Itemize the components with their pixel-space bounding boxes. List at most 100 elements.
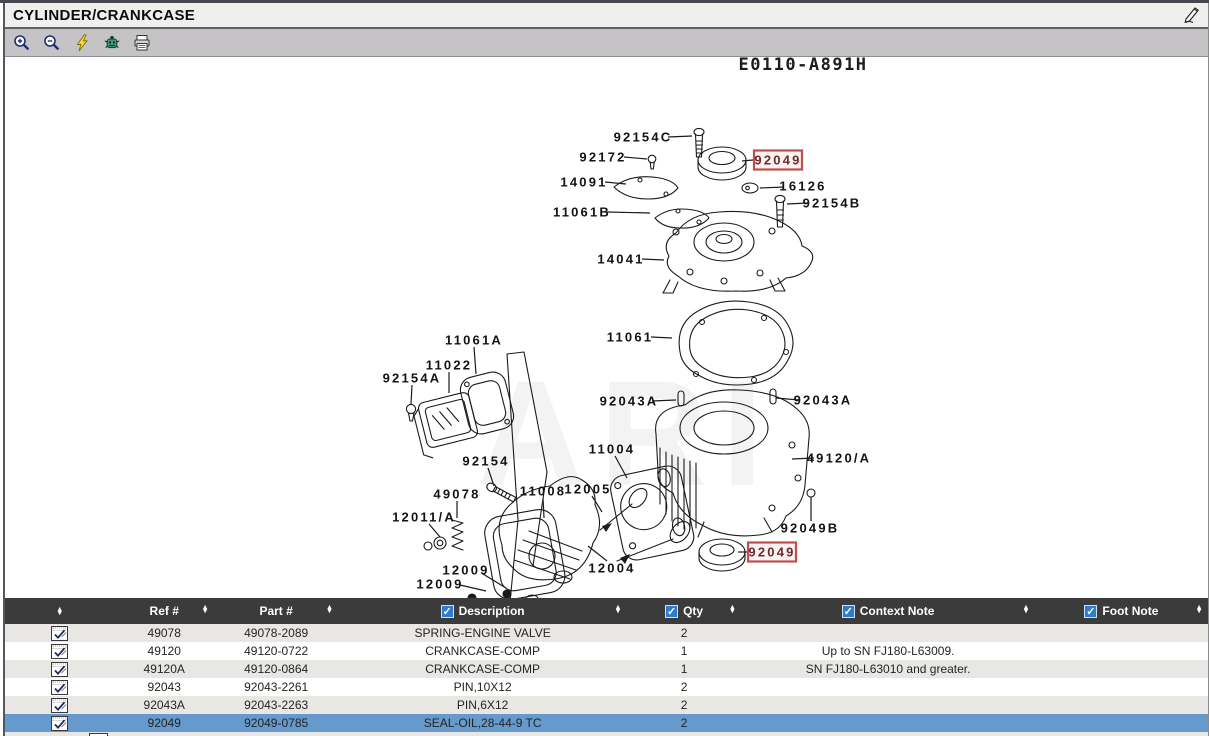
part-label-highlighted[interactable]: 92049 (738, 543, 796, 562)
part-label[interactable]: 16126 (760, 179, 827, 194)
column-checkbox[interactable]: ✓ (842, 605, 855, 618)
parts-table-header: ▴▾Ref #▴▾Part #▴▾✓Description▴▾✓Qty▴▾✓Co… (5, 598, 1208, 624)
cell-icon (5, 642, 114, 660)
clipboard-check-icon[interactable] (51, 644, 68, 659)
column-label: Description (459, 604, 525, 618)
clipboard-check-icon[interactable] (51, 716, 68, 731)
part-label[interactable]: 11061 (607, 330, 672, 345)
part-label[interactable]: 49120/A (792, 451, 871, 466)
cell-description: CRANKCASE-COMP (338, 642, 627, 660)
sort-arrows-icon[interactable]: ▴▾ (203, 605, 207, 613)
exploded-parts-diagram: ARI E0110-A891H (5, 57, 1208, 598)
svg-text:92049B: 92049B (781, 521, 840, 536)
notes-pen-icon[interactable] (1182, 5, 1202, 25)
diagram-code: E0110-A891H (738, 57, 867, 75)
part-label-highlighted[interactable]: 92049 (742, 151, 802, 170)
part-label[interactable]: 14091 (560, 175, 626, 190)
table-row[interactable]: 4907849078-2089SPRING-ENGINE VALVE2 (5, 624, 1208, 642)
cell-ref: 49120A (114, 660, 214, 678)
print-icon[interactable] (132, 33, 151, 52)
clipboard-check-icon[interactable] (51, 662, 68, 677)
part-label[interactable]: 92172 (579, 150, 647, 165)
cell-context_note (741, 696, 1035, 714)
table-row[interactable]: 92043A92043-2263PIN,6X122 (5, 696, 1208, 714)
column-label: Ref # (150, 604, 179, 618)
cell-description: PIN,6X12 (338, 696, 627, 714)
cell-qty: 2 (627, 624, 741, 642)
part-label[interactable]: 11061B (553, 205, 650, 220)
svg-text:16126: 16126 (779, 179, 826, 194)
cell-description: SEAL-OIL,28-44-9 TC (338, 714, 627, 732)
column-label: Context Note (860, 604, 935, 618)
table-row-partial (5, 732, 1208, 736)
part-label[interactable]: 14041 (597, 252, 664, 267)
column-checkbox[interactable]: ✓ (441, 605, 454, 618)
svg-text:12004: 12004 (588, 561, 635, 576)
zoom-out-icon[interactable] (42, 33, 61, 52)
sort-arrows-icon[interactable]: ▴▾ (1024, 605, 1028, 613)
column-header-qty[interactable]: ✓Qty▴▾ (627, 598, 741, 624)
column-header-ref[interactable]: Ref # ▴▾ (114, 598, 214, 624)
clipboard-check-icon[interactable] (51, 626, 68, 641)
cell-qty: 2 (627, 696, 741, 714)
flash-icon[interactable] (72, 33, 91, 52)
cell-part: 92043-2263 (214, 696, 338, 714)
table-row[interactable]: 9204392043-2261PIN,10X122 (5, 678, 1208, 696)
cell-foot_note (1035, 624, 1208, 642)
part-label[interactable]: 12004 (588, 546, 636, 576)
table-row[interactable]: 9204992049-0785SEAL-OIL,28-44-9 TC2 (5, 714, 1208, 732)
sort-arrows-icon[interactable]: ▴▾ (328, 605, 332, 613)
part-label[interactable]: 92154C (614, 130, 692, 145)
hotspots-icon[interactable] (102, 33, 121, 52)
svg-text:92043A: 92043A (600, 394, 659, 409)
cell-foot_note (1035, 678, 1208, 696)
table-row[interactable]: 49120A49120-0864CRANKCASE-COMP1SN FJ180-… (5, 660, 1208, 678)
svg-text:11004: 11004 (589, 442, 635, 457)
part-label[interactable]: 92049B (781, 497, 840, 536)
column-header-icon[interactable]: ▴▾ (5, 598, 114, 624)
svg-text:11061A: 11061A (445, 333, 503, 348)
parts-table: 4907849078-2089SPRING-ENGINE VALVE249120… (5, 624, 1208, 732)
column-header-description[interactable]: ✓ Description ▴▾ (338, 598, 627, 624)
part-label[interactable]: 12009 (416, 577, 486, 592)
cell-foot_note (1035, 642, 1208, 660)
cell-part: 92043-2261 (214, 678, 338, 696)
column-checkbox[interactable]: ✓ (665, 605, 678, 618)
cell-ref: 92043A (114, 696, 214, 714)
svg-text:49120/A: 49120/A (807, 451, 872, 466)
cell-description: CRANKCASE-COMP (338, 660, 627, 678)
cell-ref: 92043 (114, 678, 214, 696)
part-label[interactable]: 92043A (776, 393, 852, 408)
column-header-part[interactable]: Part #▴▾ (214, 598, 338, 624)
sort-arrows-icon[interactable]: ▴▾ (616, 605, 620, 613)
zoom-in-icon[interactable] (12, 33, 31, 52)
column-checkbox[interactable]: ✓ (1084, 605, 1097, 618)
cell-ref: 49120 (114, 642, 214, 660)
sort-arrows-icon[interactable]: ▴▾ (1197, 605, 1201, 613)
sort-arrows-icon[interactable]: ▴▾ (731, 605, 735, 613)
svg-text:92172: 92172 (579, 150, 626, 165)
part-label[interactable]: 12011/A (392, 510, 456, 538)
cell-icon (5, 624, 114, 642)
table-row[interactable]: 4912049120-0722CRANKCASE-COMP1Up to SN F… (5, 642, 1208, 660)
svg-text:92043A: 92043A (794, 393, 853, 408)
cell-icon (5, 678, 114, 696)
svg-text:14091: 14091 (560, 175, 607, 190)
column-label: Foot Note (1102, 604, 1158, 618)
column-header-foot_note[interactable]: ✓ Foot Note ▴▾ (1035, 598, 1208, 624)
svg-text:12009: 12009 (416, 577, 463, 592)
sort-arrows-icon[interactable]: ▴▾ (58, 607, 62, 615)
part-label[interactable]: 92154A (383, 371, 442, 405)
cell-foot_note (1035, 660, 1208, 678)
column-header-context_note[interactable]: ✓ Context Note ▴▾ (741, 598, 1035, 624)
clipboard-check-icon[interactable] (51, 680, 68, 695)
cell-qty: 1 (627, 660, 741, 678)
cell-icon (5, 696, 114, 714)
cell-part: 92049-0785 (214, 714, 338, 732)
svg-text:11061B: 11061B (553, 205, 611, 220)
clipboard-check-icon[interactable] (51, 698, 68, 713)
part-label[interactable]: 92154B (787, 196, 861, 211)
svg-text:92049: 92049 (754, 153, 801, 168)
cell-context_note: Up to SN FJ180-L63009. (741, 642, 1035, 660)
diagram-toolbar (5, 29, 1208, 57)
